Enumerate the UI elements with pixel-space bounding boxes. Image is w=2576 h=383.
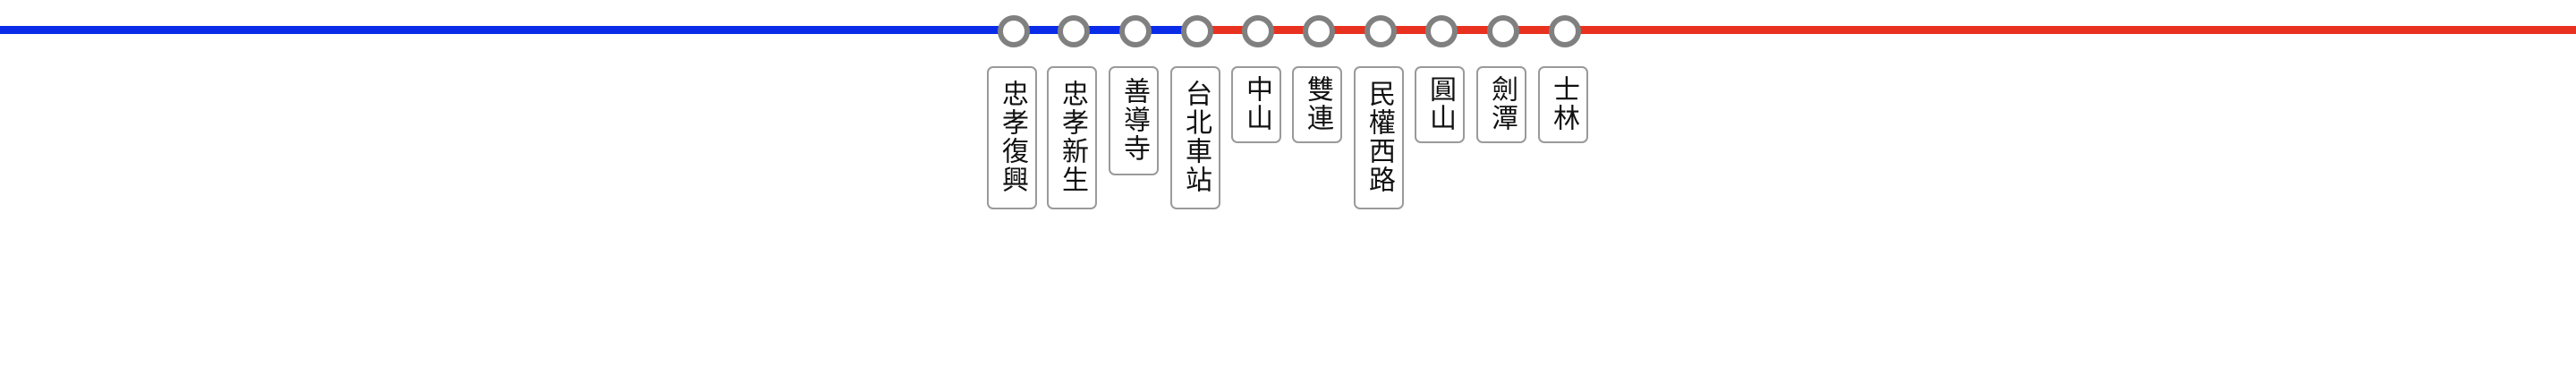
station-marker-yuanshan[interactable]	[1425, 15, 1458, 47]
station-label-yuanshan[interactable]: 圓山	[1415, 66, 1465, 143]
station-label-jiantan[interactable]: 劍潭	[1476, 66, 1526, 143]
line-segment-red	[1199, 26, 2576, 34]
station-label-shilin[interactable]: 士林	[1538, 66, 1588, 143]
station-marker-taipei-main[interactable]	[1181, 15, 1213, 47]
station-label-shuanglian[interactable]: 雙連	[1292, 66, 1342, 143]
station-marker-minquan-w-rd[interactable]	[1365, 15, 1397, 47]
station-label-zhongxiao-fuxing[interactable]: 忠孝復興	[987, 66, 1037, 209]
station-label-shandao-temple[interactable]: 善導寺	[1109, 66, 1159, 175]
station-label-minquan-w-rd[interactable]: 民權西路	[1354, 66, 1404, 209]
route-map: 忠孝復興 忠孝新生 善導寺 台北車站 中山 雙連 民權西路 圓山 劍潭 士林	[0, 0, 2576, 383]
station-marker-zhongshan[interactable]	[1242, 15, 1274, 47]
station-marker-jiantan[interactable]	[1487, 15, 1519, 47]
station-marker-zhongxiao-xinsheng[interactable]	[1058, 15, 1090, 47]
station-marker-shandao-temple[interactable]	[1119, 15, 1152, 47]
station-marker-zhongxiao-fuxing[interactable]	[998, 15, 1030, 47]
station-marker-shilin[interactable]	[1549, 15, 1581, 47]
station-marker-shuanglian[interactable]	[1303, 15, 1335, 47]
station-label-zhongxiao-xinsheng[interactable]: 忠孝新生	[1047, 66, 1097, 209]
station-label-zhongshan[interactable]: 中山	[1231, 66, 1281, 143]
station-label-taipei-main[interactable]: 台北車站	[1170, 66, 1220, 209]
